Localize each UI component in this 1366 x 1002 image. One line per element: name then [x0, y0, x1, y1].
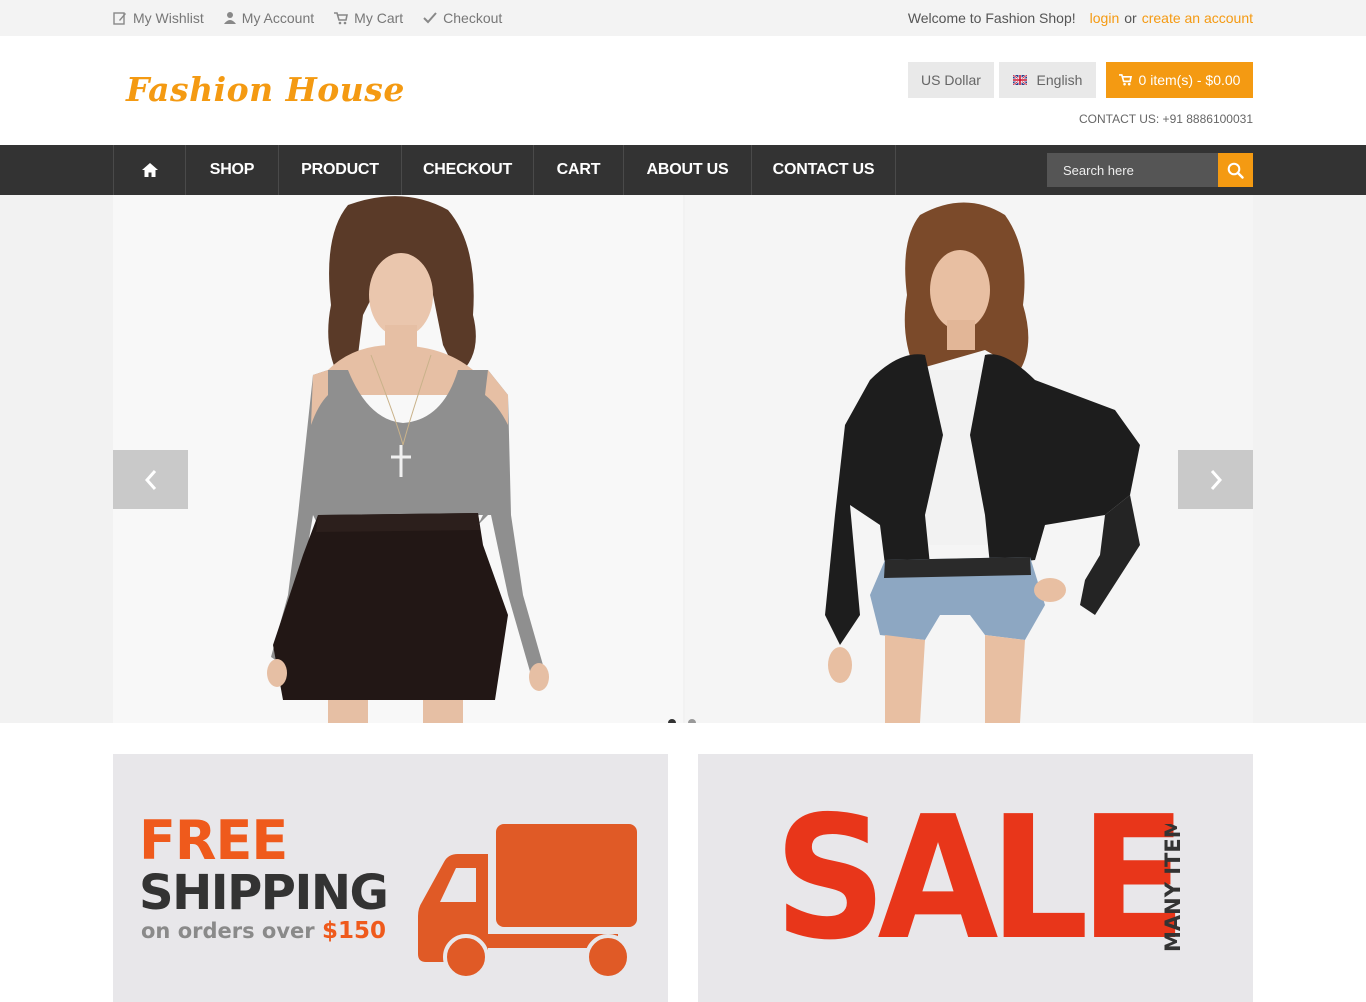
many-items-label: MANY ITEMS: [1161, 824, 1185, 952]
slider-next-button[interactable]: [1178, 450, 1253, 509]
slider-dots: [668, 719, 708, 723]
orders-over-text: on orders over $150: [141, 918, 386, 944]
cart-summary: 0 item(s) - $0.00: [1138, 72, 1241, 88]
checkout-link[interactable]: Checkout: [423, 10, 502, 26]
my-wishlist-link[interactable]: My Wishlist: [113, 10, 204, 26]
model-gray-top-image: [267, 196, 549, 723]
my-cart-label: My Cart: [354, 10, 404, 26]
top-bar: My Wishlist My Account My Cart Checkout …: [0, 0, 1366, 36]
cart-icon: [1118, 74, 1132, 86]
nav-home[interactable]: [113, 145, 185, 195]
chevron-left-icon: [144, 469, 156, 490]
login-link[interactable]: login: [1090, 10, 1120, 26]
edit-icon: [113, 12, 126, 25]
hero-slider: [0, 195, 1366, 723]
sale-text: SALE: [774, 780, 1187, 978]
free-text: FREE: [139, 809, 288, 872]
free-shipping-banner[interactable]: FREE SHIPPING on orders over $150: [113, 754, 668, 1002]
welcome-area: Welcome to Fashion Shop! login or create…: [908, 0, 1253, 36]
currency-selector[interactable]: US Dollar: [908, 62, 994, 98]
cart-icon: [334, 11, 349, 24]
slide-model-leather-jacket: [685, 195, 1253, 723]
create-account-link[interactable]: create an account: [1142, 10, 1253, 26]
truck-icon: [418, 824, 637, 980]
search-input[interactable]: Search here: [1047, 153, 1218, 187]
check-icon: [423, 12, 437, 24]
nav-items: SHOP PRODUCT CHECKOUT CART ABOUT US CONT…: [113, 145, 896, 195]
contact-info: CONTACT US: +91 8886100031: [1079, 112, 1253, 126]
nav-about-us[interactable]: ABOUT US: [623, 145, 751, 195]
my-cart-link[interactable]: My Cart: [334, 10, 403, 26]
orders-over-label: on orders over: [141, 919, 315, 943]
uk-flag-icon: [1012, 75, 1027, 85]
user-icon: [223, 12, 236, 24]
slider-prev-button[interactable]: [113, 450, 188, 509]
search-button[interactable]: [1218, 153, 1253, 187]
shipping-text: SHIPPING: [139, 865, 389, 921]
my-account-label: My Account: [241, 10, 315, 26]
site-logo[interactable]: Fashion House: [126, 70, 405, 109]
chevron-right-icon: [1210, 469, 1222, 490]
slider-dot-1[interactable]: [668, 719, 676, 723]
or-text: or: [1124, 10, 1137, 26]
nav-contact-us[interactable]: CONTACT US: [751, 145, 896, 195]
my-account-link[interactable]: My Account: [223, 10, 315, 26]
nav-shop[interactable]: SHOP: [185, 145, 278, 195]
many-items-text: MANY ITEMS: [1161, 824, 1185, 952]
nav-checkout[interactable]: CHECKOUT: [401, 145, 533, 195]
slider-dot-2[interactable]: [688, 719, 696, 723]
language-label: English: [1036, 72, 1083, 88]
home-icon: [141, 163, 158, 177]
welcome-text: Welcome to Fashion Shop!: [907, 10, 1076, 26]
my-wishlist-label: My Wishlist: [133, 10, 204, 26]
search-icon: [1227, 162, 1244, 179]
sale-banner[interactable]: SALE MANY ITEMS: [698, 754, 1253, 1002]
top-links: My Wishlist My Account My Cart Checkout: [113, 0, 522, 36]
checkout-label: Checkout: [443, 10, 503, 26]
orders-over-amount: $150: [321, 918, 386, 944]
language-selector[interactable]: English: [999, 62, 1096, 98]
cart-button[interactable]: 0 item(s) - $0.00: [1106, 62, 1253, 98]
model-leather-jacket-image: [825, 202, 1140, 723]
nav-product[interactable]: PRODUCT: [278, 145, 401, 195]
currency-label: US Dollar: [921, 72, 981, 88]
slide-model-gray-top: [113, 195, 683, 723]
nav-cart[interactable]: CART: [533, 145, 623, 195]
